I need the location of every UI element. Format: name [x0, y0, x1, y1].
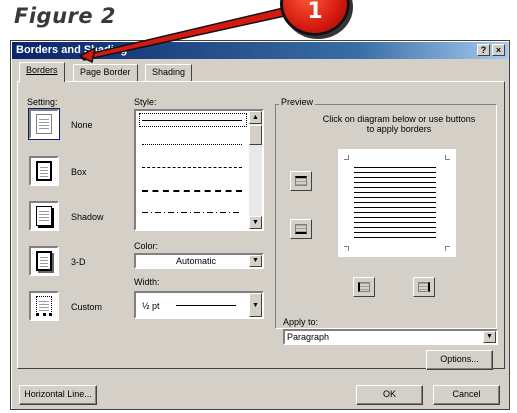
corner-mark [445, 155, 450, 160]
tab-page-border[interactable]: Page Border [73, 64, 138, 81]
width-label: Width: [134, 277, 160, 287]
style-long-dash-line[interactable] [142, 190, 242, 192]
custom-border-icon[interactable] [29, 291, 59, 321]
apply-to-value: Paragraph [287, 332, 330, 342]
window-title: Borders and Shading [16, 44, 128, 56]
corner-mark [445, 246, 450, 251]
close-button[interactable]: × [492, 44, 505, 56]
corner-mark [344, 155, 349, 160]
tab-shading-label: Shading [152, 67, 186, 77]
tab-shading[interactable]: Shading [145, 64, 193, 81]
tab-borders-label: Borders [26, 65, 58, 75]
preview-text-lines [354, 167, 436, 239]
scroll-down-icon[interactable]: ▼ [249, 216, 262, 229]
width-value: ½ pt [142, 301, 160, 311]
style-dotted-line[interactable] [142, 144, 242, 145]
scroll-thumb[interactable] [249, 125, 262, 145]
setting-box-label: Box [71, 167, 87, 177]
chevron-down-icon[interactable]: ▼ [249, 255, 262, 267]
tab-page-border-label: Page Border [80, 67, 131, 77]
setting-custom-label: Custom [71, 302, 103, 312]
setting-label: Setting: [27, 97, 58, 107]
style-label: Style: [134, 97, 157, 107]
box-border-icon[interactable] [29, 156, 59, 186]
callout-number: 1 [307, 0, 323, 24]
corner-mark [344, 246, 349, 251]
style-dashed-line[interactable] [142, 167, 242, 168]
color-dropdown[interactable]: Automatic ▼ [134, 253, 264, 269]
style-scrollbar[interactable]: ▲ ▼ [249, 111, 262, 229]
width-dropdown[interactable]: ½ pt ▼ [134, 291, 264, 319]
color-label: Color: [134, 241, 159, 251]
borders-and-shading-dialog: Borders and Shading ? × Borders Page Bor… [10, 40, 510, 410]
none-border-icon[interactable] [28, 108, 60, 140]
ok-button[interactable]: OK [356, 385, 423, 405]
title-bar: Borders and Shading ? × [12, 42, 508, 59]
preview-label: Preview [279, 97, 316, 107]
callout-badge: 1 [280, 0, 350, 36]
cancel-button[interactable]: Cancel [433, 385, 500, 405]
bottom-border-button[interactable] [290, 219, 312, 239]
horizontal-line-button[interactable]: Horizontal Line... [19, 385, 97, 405]
apply-to-label: Apply to: [283, 317, 319, 327]
color-value: Automatic [176, 256, 217, 266]
figure-label: Figure 2 [14, 4, 117, 28]
setting-shadow-label: Shadow [71, 212, 104, 222]
top-border-button[interactable] [290, 171, 312, 191]
tab-borders[interactable]: Borders [19, 62, 65, 82]
3d-border-icon[interactable] [29, 246, 59, 276]
style-dash-dot-line[interactable] [142, 212, 242, 213]
left-border-button[interactable] [353, 277, 375, 297]
preview-diagram[interactable] [338, 149, 456, 257]
shadow-border-icon[interactable] [29, 201, 59, 231]
style-solid-line[interactable] [142, 120, 242, 121]
right-border-button[interactable] [413, 277, 435, 297]
preview-instructions: Click on diagram below or use buttons to… [322, 114, 476, 134]
apply-to-dropdown[interactable]: Paragraph ▼ [283, 329, 498, 345]
help-button[interactable]: ? [477, 44, 490, 56]
options-button[interactable]: Options... [426, 350, 493, 370]
chevron-down-icon[interactable]: ▼ [249, 293, 262, 317]
setting-3d-label: 3-D [71, 257, 86, 267]
style-listbox[interactable]: ▲ ▼ [134, 109, 264, 231]
width-sample-line [176, 305, 236, 306]
chevron-down-icon[interactable]: ▼ [483, 331, 496, 343]
setting-none-label: None [71, 120, 93, 130]
scroll-up-icon[interactable]: ▲ [249, 111, 262, 124]
